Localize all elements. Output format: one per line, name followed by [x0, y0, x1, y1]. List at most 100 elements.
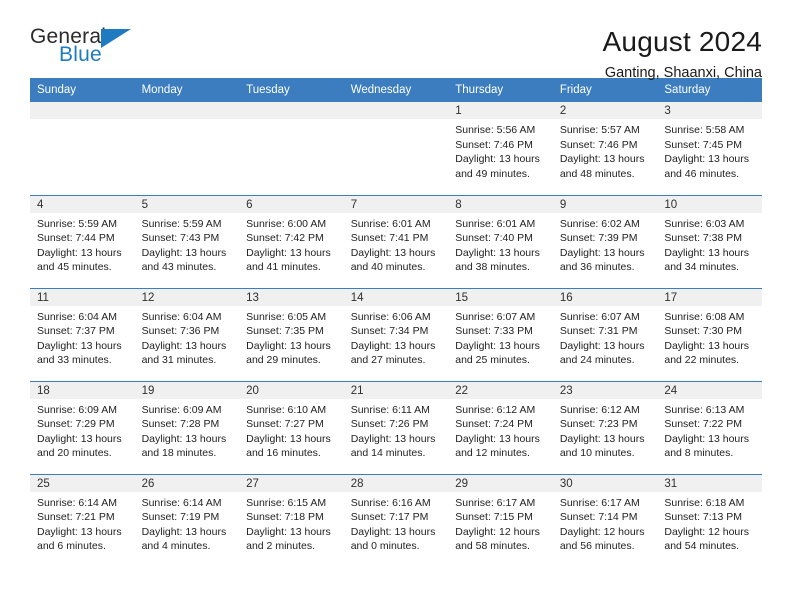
sunrise-time: Sunrise: 6:12 AM	[455, 403, 536, 416]
calendar-day-cell[interactable]: 31 Sunrise: 6:18 AM Sunset: 7:13 PM Dayligh…	[657, 473, 762, 567]
daylight-duration-line1: Daylight: 13 hours	[141, 339, 227, 352]
daylight-duration-line2: and 8 minutes.	[664, 447, 734, 459]
calendar-day-cell[interactable]: 30 Sunrise: 6:17 AM Sunset: 7:14 PM Dayligh…	[552, 473, 658, 567]
calendar-day-cell[interactable]: 21 Sunrise: 6:11 AM Sunset: 7:26 PM Dayligh…	[343, 380, 449, 474]
daylight-duration-line1: Daylight: 13 hours	[350, 432, 436, 445]
day-cell-inner	[343, 102, 449, 195]
calendar-day-cell[interactable]: 22 Sunrise: 6:12 AM Sunset: 7:24 PM Dayligh…	[448, 380, 553, 474]
day-details: Sunrise: 5:59 AM Sunset: 7:44 PM Daylight:…	[30, 213, 135, 275]
calendar-day-cell[interactable]: 6 Sunrise: 6:00 AM Sunset: 7:42 PM Daylight…	[239, 194, 344, 288]
calendar-day-cell[interactable]: 16 Sunrise: 6:07 AM Sunset: 7:31 PM Dayligh…	[552, 287, 658, 381]
calendar-day-cell-empty	[239, 102, 344, 195]
calendar-week-row: 4 Sunrise: 5:59 AM Sunset: 7:44 PM Daylight…	[30, 194, 762, 288]
sunrise-time: Sunrise: 6:04 AM	[141, 310, 222, 323]
day-number: 26	[134, 474, 240, 492]
day-number: 17	[657, 288, 762, 306]
calendar-day-cell[interactable]: 18 Sunrise: 6:09 AM Sunset: 7:29 PM Dayligh…	[30, 380, 135, 474]
day-details: Sunrise: 6:09 AM Sunset: 7:28 PM Daylight:…	[135, 399, 240, 461]
day-number	[239, 102, 344, 119]
weekday-header-thursday: Thursday	[448, 78, 553, 102]
day-number: 21	[343, 381, 449, 399]
calendar-day-cell[interactable]: 1 Sunrise: 5:56 AM Sunset: 7:46 PM Daylight…	[448, 102, 553, 195]
day-cell-inner: 28 Sunrise: 6:16 AM Sunset: 7:17 PM Dayligh…	[343, 474, 449, 568]
day-cell-inner: 14 Sunrise: 6:06 AM Sunset: 7:34 PM Dayligh…	[343, 288, 449, 381]
day-number: 31	[657, 474, 762, 492]
generalblue-logo[interactable]: General Blue	[30, 26, 150, 72]
calendar-day-cell[interactable]: 3 Sunrise: 5:58 AM Sunset: 7:45 PM Daylight…	[657, 102, 762, 195]
day-details: Sunrise: 6:11 AM Sunset: 7:26 PM Daylight:…	[344, 399, 449, 461]
day-cell-inner	[30, 102, 135, 195]
page-header: General Blue August 2024 Ganting, Shaanx…	[30, 0, 762, 81]
page-title: August 2024	[602, 26, 762, 57]
day-number	[134, 102, 240, 119]
calendar-day-cell[interactable]: 5 Sunrise: 5:59 AM Sunset: 7:43 PM Daylight…	[134, 194, 240, 288]
sunset-time: Sunset: 7:44 PM	[37, 232, 115, 244]
sunset-time: Sunset: 7:35 PM	[246, 325, 324, 337]
daylight-duration-line1: Daylight: 12 hours	[455, 525, 540, 538]
day-number: 6	[239, 195, 344, 213]
daylight-duration-line2: and 56 minutes.	[559, 540, 635, 552]
calendar-day-cell[interactable]: 26 Sunrise: 6:14 AM Sunset: 7:19 PM Dayligh…	[134, 473, 240, 567]
calendar-day-cell[interactable]: 27 Sunrise: 6:15 AM Sunset: 7:18 PM Dayligh…	[239, 473, 344, 567]
calendar-day-cell[interactable]: 8 Sunrise: 6:01 AM Sunset: 7:40 PM Daylight…	[448, 194, 553, 288]
calendar-day-cell[interactable]: 19 Sunrise: 6:09 AM Sunset: 7:28 PM Dayligh…	[134, 380, 240, 474]
day-details: Sunrise: 6:12 AM Sunset: 7:24 PM Daylight:…	[448, 399, 553, 461]
logo-triangle-icon	[101, 29, 131, 48]
calendar-day-cell[interactable]: 13 Sunrise: 6:05 AM Sunset: 7:35 PM Dayligh…	[239, 287, 344, 381]
daylight-duration-line2: and 45 minutes.	[37, 261, 112, 273]
day-cell-inner: 8 Sunrise: 6:01 AM Sunset: 7:40 PM Daylight…	[448, 195, 553, 288]
daylight-duration-line1: Daylight: 13 hours	[559, 246, 645, 259]
day-details: Sunrise: 6:15 AM Sunset: 7:18 PM Daylight:…	[239, 492, 344, 554]
day-details: Sunrise: 6:18 AM Sunset: 7:13 PM Daylight:…	[657, 492, 762, 554]
sunset-time: Sunset: 7:13 PM	[664, 511, 743, 523]
calendar-day-cell[interactable]: 20 Sunrise: 6:10 AM Sunset: 7:27 PM Dayligh…	[239, 380, 344, 474]
day-number	[343, 102, 449, 119]
calendar-day-cell[interactable]: 24 Sunrise: 6:13 AM Sunset: 7:22 PM Dayligh…	[657, 380, 762, 474]
day-details: Sunrise: 6:06 AM Sunset: 7:34 PM Daylight:…	[344, 306, 449, 368]
calendar-day-cell[interactable]: 25 Sunrise: 6:14 AM Sunset: 7:21 PM Dayligh…	[30, 473, 135, 567]
calendar-day-cell[interactable]: 23 Sunrise: 6:12 AM Sunset: 7:23 PM Dayligh…	[552, 380, 658, 474]
daylight-duration-line2: and 2 minutes.	[246, 540, 316, 552]
sunrise-time: Sunrise: 5:57 AM	[559, 124, 640, 136]
daylight-duration-line1: Daylight: 13 hours	[455, 339, 540, 352]
day-cell-inner: 18 Sunrise: 6:09 AM Sunset: 7:29 PM Dayligh…	[30, 381, 135, 474]
sunset-time: Sunset: 7:33 PM	[455, 325, 533, 337]
sunset-time: Sunset: 7:40 PM	[455, 232, 533, 244]
calendar-page: General Blue August 2024 Ganting, Shaanx…	[0, 0, 792, 612]
day-cell-inner: 6 Sunrise: 6:00 AM Sunset: 7:42 PM Daylight…	[239, 195, 344, 288]
day-details: Sunrise: 6:01 AM Sunset: 7:40 PM Daylight:…	[448, 213, 553, 275]
day-number: 11	[30, 288, 135, 306]
calendar-day-cell[interactable]: 10 Sunrise: 6:03 AM Sunset: 7:38 PM Dayligh…	[657, 194, 762, 288]
day-cell-inner: 29 Sunrise: 6:17 AM Sunset: 7:15 PM Dayligh…	[448, 474, 553, 568]
calendar-day-cell[interactable]: 4 Sunrise: 5:59 AM Sunset: 7:44 PM Daylight…	[30, 194, 135, 288]
sunset-time: Sunset: 7:14 PM	[559, 511, 638, 523]
daylight-duration-line2: and 43 minutes.	[141, 261, 217, 273]
daylight-duration-line1: Daylight: 13 hours	[141, 246, 227, 259]
day-cell-inner	[239, 102, 344, 195]
calendar-day-cell[interactable]: 9 Sunrise: 6:02 AM Sunset: 7:39 PM Daylight…	[552, 194, 658, 288]
calendar-day-cell[interactable]: 28 Sunrise: 6:16 AM Sunset: 7:17 PM Dayligh…	[343, 473, 449, 568]
daylight-duration-line2: and 12 minutes.	[455, 447, 530, 459]
day-cell-inner: 15 Sunrise: 6:07 AM Sunset: 7:33 PM Dayligh…	[448, 288, 553, 381]
day-cell-inner: 4 Sunrise: 5:59 AM Sunset: 7:44 PM Daylight…	[30, 195, 135, 288]
calendar-day-cell[interactable]: 15 Sunrise: 6:07 AM Sunset: 7:33 PM Dayligh…	[448, 287, 553, 381]
calendar-day-cell[interactable]: 2 Sunrise: 5:57 AM Sunset: 7:46 PM Daylight…	[552, 102, 658, 195]
calendar-day-cell[interactable]: 11 Sunrise: 6:04 AM Sunset: 7:37 PM Dayligh…	[30, 287, 135, 381]
sunset-time: Sunset: 7:31 PM	[559, 325, 638, 337]
calendar-day-cell[interactable]: 14 Sunrise: 6:06 AM Sunset: 7:34 PM Dayligh…	[343, 287, 449, 381]
day-details: Sunrise: 6:07 AM Sunset: 7:33 PM Daylight:…	[448, 306, 553, 368]
calendar-day-cell[interactable]: 12 Sunrise: 6:04 AM Sunset: 7:36 PM Dayligh…	[134, 287, 240, 381]
daylight-duration-line2: and 14 minutes.	[350, 447, 426, 459]
sunrise-time: Sunrise: 6:14 AM	[37, 496, 117, 509]
calendar-day-cell[interactable]: 7 Sunrise: 6:01 AM Sunset: 7:41 PM Daylight…	[343, 194, 449, 288]
calendar-day-cell[interactable]: 29 Sunrise: 6:17 AM Sunset: 7:15 PM Dayligh…	[448, 473, 553, 568]
day-cell-inner: 21 Sunrise: 6:11 AM Sunset: 7:26 PM Dayligh…	[343, 381, 449, 474]
calendar-week-row: 18 Sunrise: 6:09 AM Sunset: 7:29 PM Dayligh…	[30, 380, 762, 474]
day-number: 23	[552, 381, 658, 399]
daylight-duration-line2: and 33 minutes.	[37, 354, 112, 366]
sunset-time: Sunset: 7:30 PM	[664, 325, 743, 337]
calendar-day-cell[interactable]: 17 Sunrise: 6:08 AM Sunset: 7:30 PM Dayligh…	[657, 287, 762, 381]
day-number: 4	[30, 195, 135, 213]
day-details: Sunrise: 6:02 AM Sunset: 7:39 PM Daylight:…	[553, 213, 658, 275]
sunset-time: Sunset: 7:29 PM	[37, 418, 115, 430]
